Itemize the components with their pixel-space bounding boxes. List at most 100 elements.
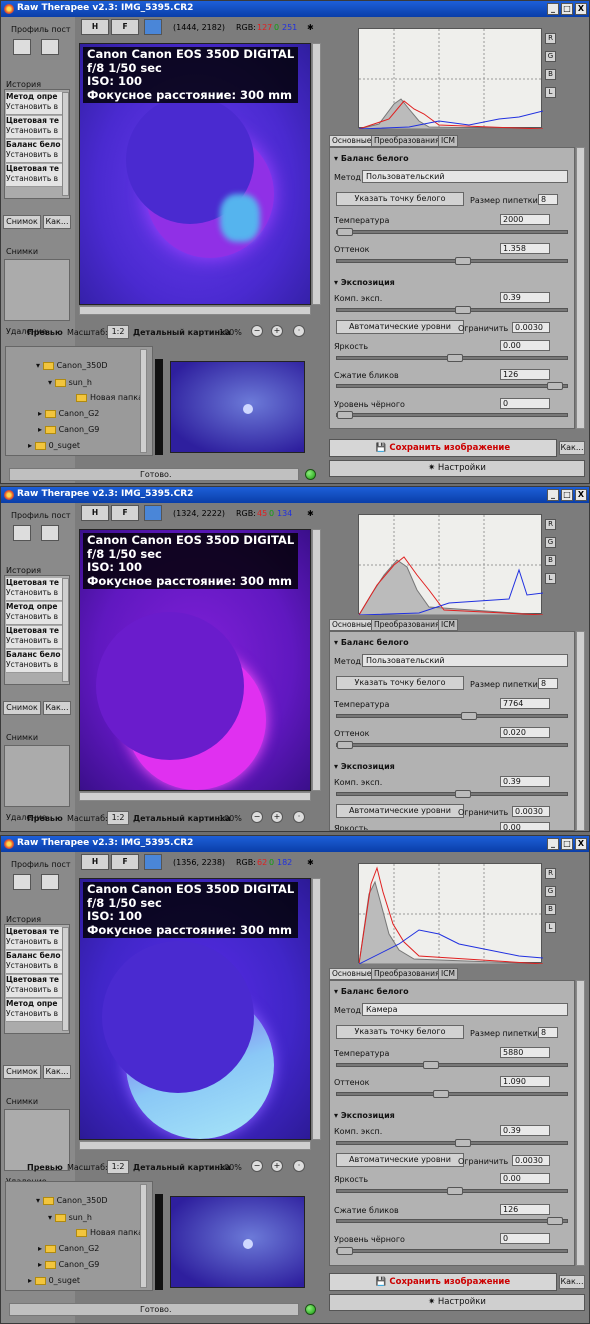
snapshot-as-button[interactable]: Как... — [43, 701, 71, 715]
close-button[interactable]: X — [575, 489, 587, 501]
exposure-section-title[interactable]: ▾ Экспозиция — [334, 278, 395, 287]
auto-levels-button[interactable]: Автоматические уровни — [336, 804, 464, 818]
temp-value[interactable]: 7764 — [500, 698, 550, 709]
black-slider[interactable] — [336, 1247, 568, 1255]
highlight-thumb[interactable] — [547, 1217, 563, 1225]
black-value[interactable]: 0 — [500, 398, 550, 409]
pipette-value[interactable]: 8 — [538, 678, 558, 689]
image-hscroll[interactable] — [79, 792, 311, 801]
clip-value[interactable]: 0.0030 — [512, 322, 550, 333]
image-vscroll[interactable] — [312, 529, 321, 791]
history-scrollbar[interactable] — [62, 92, 69, 196]
save-image-button[interactable]: 💾 Сохранить изображение — [329, 1273, 557, 1291]
scale-value[interactable]: 1:2 — [107, 1160, 129, 1174]
pick-white-button[interactable]: Указать точку белого — [336, 676, 464, 690]
comp-value[interactable]: 0.39 — [500, 776, 550, 787]
tint-thumb[interactable] — [455, 257, 471, 265]
tint-value[interactable]: 1.090 — [500, 1076, 550, 1087]
history-scrollbar[interactable] — [62, 927, 69, 1031]
tab-transform[interactable]: Преобразования — [371, 619, 443, 631]
list-item[interactable]: Цветовая те Установить в — [6, 578, 64, 601]
open-folder-icon[interactable] — [41, 39, 59, 55]
open-folder-icon[interactable] — [41, 525, 59, 541]
tree-item[interactable]: ▸ Canon_G2 — [38, 409, 99, 418]
temp-slider[interactable] — [336, 1061, 568, 1069]
brightness-thumb[interactable] — [447, 1187, 463, 1195]
minimize-button[interactable]: _ — [547, 3, 559, 15]
clip-value[interactable]: 0.0030 — [512, 1155, 550, 1166]
save-profile-icon[interactable] — [13, 525, 31, 541]
black-value[interactable]: 0 — [500, 1233, 550, 1244]
hist-g-button[interactable]: G — [545, 51, 556, 62]
zoom-out-icon[interactable]: − — [251, 1160, 263, 1172]
navigator-thumbnail[interactable] — [170, 1196, 305, 1288]
zoom-out-icon[interactable]: − — [251, 325, 263, 337]
tint-thumb[interactable] — [337, 741, 353, 749]
list-item[interactable]: Цветовая те Установить в — [6, 626, 64, 649]
temp-value[interactable]: 2000 — [500, 214, 550, 225]
temp-thumb[interactable] — [423, 1061, 439, 1069]
image-vscroll[interactable] — [312, 43, 321, 305]
snapshot-button[interactable]: Снимок — [3, 215, 41, 229]
auto-levels-button[interactable]: Автоматические уровни — [336, 1153, 464, 1167]
tools-scrollbar[interactable] — [576, 147, 585, 429]
tab-transform[interactable]: Преобразования — [371, 968, 443, 980]
temp-thumb[interactable] — [461, 712, 477, 720]
hist-l-button[interactable]: L — [545, 87, 556, 98]
list-item[interactable]: Баланс бело Установить в — [6, 140, 64, 163]
tree-scrollbar[interactable] — [140, 349, 147, 453]
list-item[interactable]: Метод опре Установить в — [6, 999, 64, 1022]
comp-thumb[interactable] — [455, 306, 471, 314]
brightness-value[interactable]: 0.00 — [500, 1173, 550, 1184]
tree-item[interactable]: ▸ Canon_G9 — [38, 1260, 99, 1269]
image-preview[interactable]: Canon Canon EOS 350D DIGITAL f/8 1/50 se… — [79, 878, 311, 1140]
tint-slider[interactable] — [336, 1090, 568, 1098]
tab-main[interactable]: Основные — [329, 135, 375, 147]
hist-b-button[interactable]: B — [545, 555, 556, 566]
pipette-value[interactable]: 8 — [538, 1027, 558, 1038]
history-scrollbar[interactable] — [62, 578, 69, 682]
hist-g-button[interactable]: G — [545, 886, 556, 897]
zoom-in-icon[interactable]: + — [271, 325, 283, 337]
minimize-button[interactable]: _ — [547, 838, 559, 850]
tint-value[interactable]: 1.358 — [500, 243, 550, 254]
minimize-button[interactable]: _ — [547, 489, 559, 501]
snapshot-as-button[interactable]: Как... — [43, 1065, 71, 1079]
tree-item[interactable]: ▾ sun_h — [48, 1213, 92, 1222]
tab-icm[interactable]: ICM — [438, 135, 458, 147]
info-icon[interactable] — [144, 854, 162, 870]
image-vscroll[interactable] — [312, 878, 321, 1140]
history-h-button[interactable]: H — [81, 505, 109, 521]
pick-white-button[interactable]: Указать точку белого — [336, 192, 464, 206]
snapshot-as-button[interactable]: Как... — [43, 215, 71, 229]
hist-r-button[interactable]: R — [545, 868, 556, 879]
comp-thumb[interactable] — [455, 790, 471, 798]
list-item[interactable]: Метод опре Установить в — [6, 92, 64, 115]
tab-main[interactable]: Основные — [329, 619, 375, 631]
comp-value[interactable]: 0.39 — [500, 292, 550, 303]
highlight-slider[interactable] — [336, 382, 568, 390]
brightness-slider[interactable] — [336, 1187, 568, 1195]
brightness-value[interactable]: 0.00 — [500, 340, 550, 351]
scale-value[interactable]: 1:2 — [107, 325, 129, 339]
info-icon[interactable] — [144, 19, 162, 35]
comp-slider[interactable] — [336, 1139, 568, 1147]
history-f-button[interactable]: F — [111, 505, 139, 521]
zoom-fit-icon[interactable]: · — [293, 811, 305, 823]
pick-white-button[interactable]: Указать точку белого — [336, 1025, 464, 1039]
tree-item[interactable]: ▸ 0_suget — [28, 441, 80, 450]
zoom-fit-icon[interactable]: · — [293, 325, 305, 337]
navigator-thumbnail[interactable] — [170, 361, 305, 453]
wb-section-title[interactable]: ▾ Баланс белого — [334, 154, 409, 163]
pipette-value[interactable]: 8 — [538, 194, 558, 205]
tools-scrollbar[interactable] — [576, 980, 585, 1266]
save-profile-icon[interactable] — [13, 874, 31, 890]
zoom-in-icon[interactable]: + — [271, 1160, 283, 1172]
zoom-in-icon[interactable]: + — [271, 811, 283, 823]
comp-slider[interactable] — [336, 306, 568, 314]
tint-slider[interactable] — [336, 741, 568, 749]
maximize-button[interactable]: □ — [561, 3, 573, 15]
temp-thumb[interactable] — [337, 228, 353, 236]
list-item[interactable]: Цветовая те Установить в — [6, 927, 64, 950]
settings-button[interactable]: ✷ Настройки — [329, 460, 585, 477]
